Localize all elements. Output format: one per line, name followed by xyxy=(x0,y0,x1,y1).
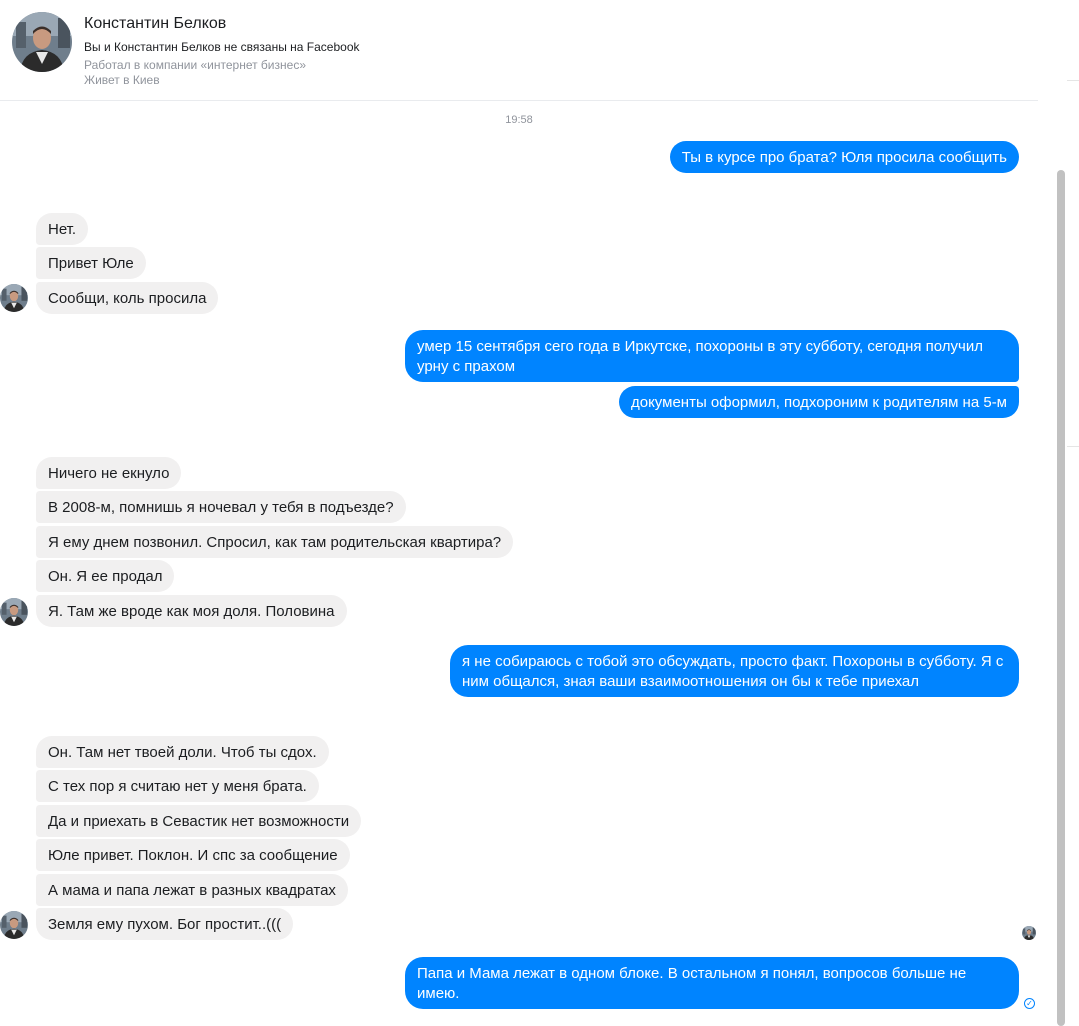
contact-relation: Вы и Константин Белков не связаны на Fac… xyxy=(84,40,360,54)
message-incoming[interactable]: Нет. xyxy=(36,213,89,245)
message-outgoing[interactable]: документы оформил, подхороним к родителя… xyxy=(618,386,1019,418)
message-incoming[interactable]: Он. Я ее продал xyxy=(36,560,175,592)
message-timestamp: 19:58 xyxy=(505,114,533,126)
message-outgoing[interactable]: я не собираюсь с тобой это обсуждать, пр… xyxy=(450,645,1019,697)
message-outgoing[interactable]: Папа и Мама лежат в одном блоке. В остал… xyxy=(405,957,1019,1009)
message-incoming[interactable]: С тех пор я считаю нет у меня брата. xyxy=(36,770,319,802)
message-incoming[interactable]: Я. Там же вроде как моя доля. Половина xyxy=(36,595,347,627)
message-incoming[interactable]: Привет Юле xyxy=(36,247,146,279)
message-outgoing[interactable]: Ты в курсе про брата? Юля просила сообщи… xyxy=(669,141,1019,173)
message-outgoing[interactable]: умер 15 сентября сего года в Иркутске, п… xyxy=(405,330,1019,382)
contact-avatar-icon[interactable] xyxy=(0,284,28,312)
contact-work: Работал в компании «интернет бизнес» xyxy=(84,58,306,72)
contact-avatar-icon[interactable] xyxy=(0,911,28,939)
divider xyxy=(1067,446,1079,447)
message-incoming[interactable]: Да и приехать в Севастик нет возможности xyxy=(36,805,362,837)
divider xyxy=(1067,80,1079,81)
contact-avatar-icon[interactable] xyxy=(0,598,28,626)
contact-city: Живет в Киев xyxy=(84,73,160,87)
message-incoming[interactable]: Ничего не екнуло xyxy=(36,457,182,489)
message-incoming[interactable]: Я ему днем позвонил. Спросил, как там ро… xyxy=(36,526,514,558)
seen-avatar-icon xyxy=(1022,926,1036,940)
contact-avatar[interactable] xyxy=(12,12,72,72)
conversation-header: Константин Белков Вы и Константин Белков… xyxy=(0,0,1038,101)
right-panel-edge xyxy=(1067,0,1079,1026)
scrollbar-thumb[interactable] xyxy=(1057,170,1065,1026)
message-incoming[interactable]: Земля ему пухом. Бог простит..((( xyxy=(36,908,294,940)
contact-name[interactable]: Константин Белков xyxy=(84,15,226,33)
message-incoming[interactable]: Юле привет. Поклон. И спс за сообщение xyxy=(36,839,350,871)
sent-check-icon: ✓ xyxy=(1024,998,1035,1009)
message-incoming[interactable]: Он. Там нет твоей доли. Чтоб ты сдох. xyxy=(36,736,329,768)
message-incoming[interactable]: А мама и папа лежат в разных квадратах xyxy=(36,874,348,906)
message-incoming[interactable]: Сообщи, коль просила xyxy=(36,282,219,314)
message-incoming[interactable]: В 2008-м, помнишь я ночевал у тебя в под… xyxy=(36,491,406,523)
